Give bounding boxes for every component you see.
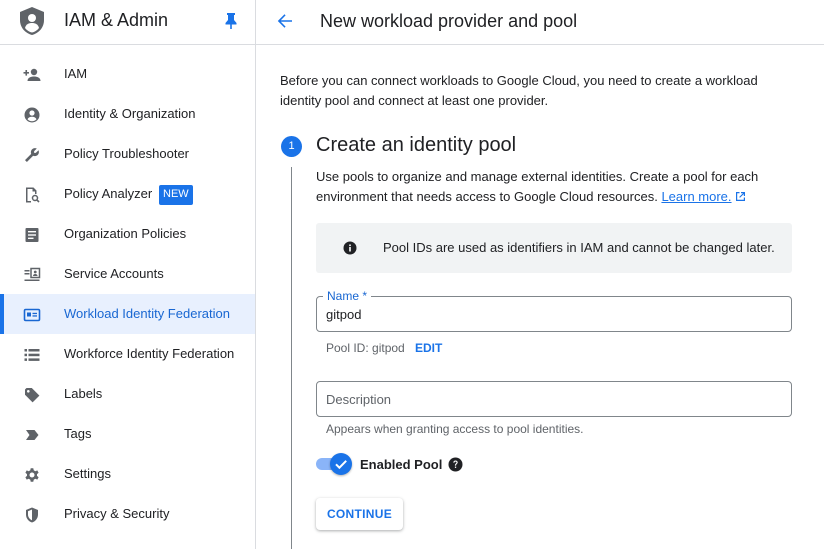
edit-pool-id-button[interactable]: EDIT: [415, 341, 442, 355]
description-field[interactable]: [316, 381, 792, 417]
sidebar-item-iam[interactable]: IAM: [0, 54, 255, 94]
sidebar-item-labels[interactable]: Labels: [0, 374, 255, 414]
toggle-knob: [330, 453, 352, 475]
info-text: Pool IDs are used as identifiers in IAM …: [383, 240, 775, 255]
sidebar-item-label: Privacy & Security: [64, 506, 170, 521]
service-account-icon: [24, 267, 41, 281]
description-input[interactable]: [317, 382, 791, 416]
description-hint: Appears when granting access to pool ide…: [326, 422, 584, 436]
sidebar-item-label: Service Accounts: [64, 266, 164, 281]
document-icon: [25, 228, 39, 242]
sidebar-item-label: IAM: [64, 66, 88, 81]
name-field[interactable]: Name *: [316, 289, 792, 332]
page-header: New workload provider and pool: [256, 0, 824, 45]
sidebar-item-label: Workforce Identity Federation: [64, 346, 235, 361]
label-icon: [25, 388, 40, 403]
person-add-icon: [23, 68, 41, 81]
sidebar-item-privacy-security[interactable]: Privacy & Security: [0, 494, 255, 534]
step-title: Create an identity pool: [316, 134, 517, 156]
info-banner: Pool IDs are used as identifiers in IAM …: [316, 223, 792, 273]
sidebar-item-label: Tags: [64, 426, 92, 441]
step-connector-line: [291, 167, 292, 549]
info-icon: [343, 241, 357, 255]
checkmark-icon: [335, 460, 347, 470]
sidebar-item-label: Labels: [64, 386, 103, 401]
learn-more-link[interactable]: Learn more.: [661, 189, 731, 204]
sidebar-item-workforce-identity-federation[interactable]: Workforce Identity Federation: [0, 334, 255, 374]
sidebar-item-policy-analyzer[interactable]: Policy Analyzer NEW: [0, 174, 255, 214]
step-number: 1: [281, 136, 302, 157]
gear-icon: [25, 468, 39, 482]
sidebar-item-label: Policy Troubleshooter: [64, 146, 190, 161]
new-badge: NEW: [159, 185, 193, 205]
enabled-pool-label: Enabled Pool: [360, 457, 443, 472]
pin-icon[interactable]: [224, 12, 238, 30]
step-description: Use pools to organize and manage externa…: [316, 167, 786, 207]
tag-icon: [26, 430, 39, 440]
sidebar-item-service-accounts[interactable]: Service Accounts: [0, 254, 255, 294]
name-field-label: Name *: [323, 289, 372, 303]
sidebar-item-settings[interactable]: Settings: [0, 454, 255, 494]
app-title: IAM & Admin: [64, 10, 169, 30]
sidebar-item-policy-troubleshooter[interactable]: Policy Troubleshooter: [0, 134, 255, 174]
sidebar-header: IAM & Admin: [0, 0, 255, 45]
id-card-icon: [23, 308, 41, 322]
pool-id-text: Pool ID: gitpod: [326, 341, 405, 355]
sidebar-item-label: Settings: [64, 466, 111, 481]
continue-button[interactable]: CONTINUE: [316, 498, 403, 530]
sidebar-item-label: Organization Policies: [64, 226, 187, 241]
sidebar-item-organization-policies[interactable]: Organization Policies: [0, 214, 255, 254]
list-icon: [24, 349, 40, 361]
enabled-pool-toggle[interactable]: [316, 453, 352, 475]
policy-analyzer-icon: [26, 187, 40, 203]
sidebar-item-more[interactable]: [0, 534, 255, 549]
shield-icon: [26, 507, 38, 523]
external-link-icon[interactable]: [735, 191, 746, 202]
wrench-icon: [25, 148, 39, 162]
sidebar-item-workload-identity-federation[interactable]: Workload Identity Federation: [0, 294, 255, 334]
name-input[interactable]: [317, 297, 791, 331]
sidebar-item-label: Workload Identity Federation: [64, 306, 230, 321]
sidebar-item-identity-organization[interactable]: Identity & Organization: [0, 94, 255, 134]
sidebar: IAM & Admin IAM Identity & Organization: [0, 0, 256, 549]
sidebar-item-label: Identity & Organization: [64, 106, 196, 121]
sidebar-nav: IAM Identity & Organization Policy Troub…: [0, 54, 255, 549]
page-title: New workload provider and pool: [320, 11, 578, 31]
back-arrow-icon[interactable]: [276, 12, 294, 30]
sidebar-item-label: Policy Analyzer: [64, 186, 153, 201]
account-circle-icon: [24, 107, 40, 123]
sidebar-item-tags[interactable]: Tags: [0, 414, 255, 454]
iam-shield-logo-icon: [20, 7, 44, 35]
intro-text: Before you can connect workloads to Goog…: [280, 73, 758, 108]
help-icon[interactable]: [448, 457, 463, 472]
